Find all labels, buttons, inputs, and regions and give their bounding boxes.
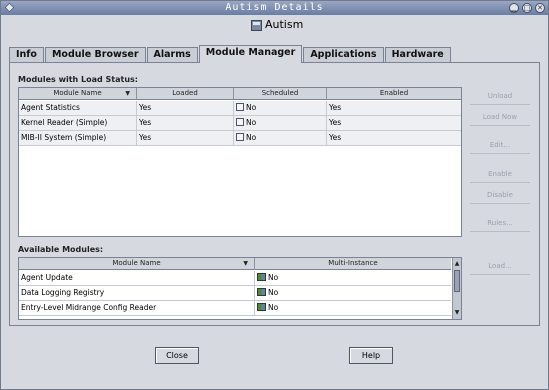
cell-loaded: Yes [137, 131, 234, 146]
col-scheduled[interactable]: Scheduled [234, 88, 327, 100]
tab-applications[interactable]: Applications [303, 47, 384, 63]
table-row[interactable]: Agent Update No [19, 271, 451, 286]
cell-enabled: Yes [329, 133, 342, 142]
tab-module-browser[interactable]: Module Browser [44, 47, 146, 63]
window-title: Autism Details [225, 2, 324, 13]
cell-loaded: Yes [137, 116, 234, 131]
available-modules-scrollbar[interactable]: ▲ ▼ [452, 258, 461, 319]
load-now-button[interactable]: Load Now [470, 110, 530, 126]
col-multi-instance[interactable]: Multi-Instance [255, 258, 451, 270]
cell-loaded: Yes [137, 101, 234, 116]
edit-button[interactable]: Edit... [470, 138, 530, 154]
module-icon [257, 288, 266, 296]
close-button[interactable]: Close [155, 347, 199, 364]
cell-multi-instance: No [255, 271, 451, 286]
cell-module-name: Agent Statistics [19, 101, 137, 116]
cell-enabled: Yes [329, 118, 342, 127]
tab-module-manager[interactable]: Module Manager [198, 45, 303, 63]
col-available-module-name[interactable]: Module Name ▼ [19, 258, 255, 270]
cell-multi-instance: No [255, 286, 451, 301]
table-row[interactable]: Data Logging Registry No [19, 286, 451, 301]
enable-button[interactable]: Enable [470, 167, 530, 183]
title-bar[interactable]: Autism Details ▁ □ ✕ [1, 1, 548, 15]
details-window: Autism Details ▁ □ ✕ Autism Info Module … [0, 0, 549, 390]
table-row[interactable]: Agent Statistics Yes No Yes [19, 101, 461, 116]
module-icon [257, 273, 266, 281]
cell-module-name: Data Logging Registry [19, 286, 255, 301]
available-modules-table: Module Name ▼ Multi-Instance Agent Update… [18, 257, 462, 320]
maximize-icon[interactable]: □ [522, 3, 532, 13]
loaded-modules-label: Modules with Load Status: [18, 75, 138, 84]
help-button[interactable]: Help [349, 347, 393, 364]
loaded-modules-header: Module Name ▼ Loaded Scheduled Enabled [19, 88, 461, 100]
schedule-icon[interactable] [236, 133, 244, 141]
cell-scheduled: No [234, 116, 327, 131]
loaded-modules-table: Module Name ▼ Loaded Scheduled Enabled Ag… [18, 87, 462, 237]
scroll-thumb[interactable] [454, 270, 460, 292]
host-header: Autism [1, 15, 548, 39]
table-row[interactable]: MIB-II System (Simple) Yes No Yes [19, 131, 461, 146]
schedule-icon[interactable] [236, 103, 244, 111]
host-name: Autism [265, 18, 304, 31]
cell-enabled: Yes [329, 103, 342, 112]
close-icon[interactable]: ✕ [535, 3, 545, 13]
host-icon [251, 20, 262, 31]
tab-hardware[interactable]: Hardware [384, 47, 451, 63]
tab-info[interactable]: Info [9, 47, 44, 63]
cell-module-name: MIB-II System (Simple) [19, 131, 137, 146]
load-button[interactable]: Load... [470, 259, 530, 275]
sort-desc-icon: ▼ [243, 260, 248, 267]
scroll-up-icon[interactable]: ▲ [453, 260, 461, 268]
cell-scheduled: No [234, 101, 327, 116]
disable-button[interactable]: Disable [470, 188, 530, 204]
scroll-down-icon[interactable]: ▼ [453, 309, 461, 317]
sort-desc-icon: ▼ [125, 90, 130, 97]
tab-alarms[interactable]: Alarms [146, 47, 198, 63]
col-enabled[interactable]: Enabled [327, 88, 461, 100]
col-module-name[interactable]: Module Name ▼ [19, 88, 137, 100]
cell-module-name: Entry-Level Midrange Config Reader [19, 301, 255, 316]
cell-module-name: Kernel Reader (Simple) [19, 116, 137, 131]
minimize-icon[interactable]: ▁ [509, 3, 519, 13]
table-row[interactable]: Entry-Level Midrange Config Reader No [19, 301, 451, 316]
rules-button[interactable]: Rules... [470, 216, 530, 232]
available-modules-label: Available Modules: [18, 245, 104, 254]
tab-bar: Info Module Browser Alarms Module Manage… [9, 45, 452, 63]
table-row[interactable]: Kernel Reader (Simple) Yes No Yes [19, 116, 461, 131]
module-icon [257, 303, 266, 311]
cell-multi-instance: No [255, 301, 451, 316]
unload-button[interactable]: Unload [470, 89, 530, 105]
col-loaded[interactable]: Loaded [137, 88, 234, 100]
available-modules-header: Module Name ▼ Multi-Instance [19, 258, 451, 270]
schedule-icon[interactable] [236, 118, 244, 126]
cell-module-name: Agent Update [19, 271, 255, 286]
cell-scheduled: No [234, 131, 327, 146]
